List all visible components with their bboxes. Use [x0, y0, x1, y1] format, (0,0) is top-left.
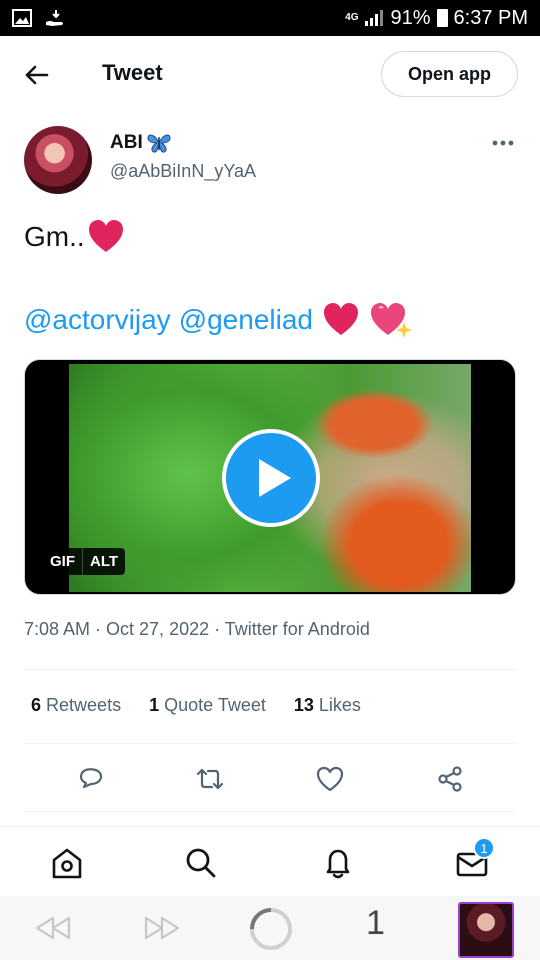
author-name[interactable]: ABI [110, 132, 143, 154]
divider [24, 669, 516, 670]
author-name-row[interactable]: ABI [110, 132, 172, 154]
tweet-text-line2: @actorvijay @geneliad [24, 300, 413, 340]
battery-icon [436, 9, 448, 27]
tweet-actions [0, 752, 540, 808]
media-badges: GIF ALT [43, 548, 126, 575]
share-icon[interactable] [435, 764, 465, 794]
likes-label: Likes [318, 695, 361, 715]
search-icon[interactable] [183, 845, 219, 881]
tweet-text-line1: Gm.. [24, 218, 125, 256]
avatar[interactable] [24, 126, 92, 194]
quotes-stat[interactable]: 1 Quote Tweet [149, 695, 266, 716]
reply-icon[interactable] [76, 764, 106, 794]
quotes-count: 1 [149, 695, 160, 715]
divider [24, 743, 516, 744]
tweet-stats: 6 Retweets 1 Quote Tweet 13 Likes [31, 695, 361, 716]
butterfly-emoji-icon [147, 134, 171, 153]
retweets-label: Retweets [46, 695, 122, 715]
fast-forward-icon[interactable] [142, 910, 182, 946]
red-heart-emoji-icon [88, 220, 123, 252]
back-arrow-icon[interactable] [22, 60, 52, 90]
retweets-count: 6 [31, 695, 42, 715]
alt-badge[interactable]: ALT [82, 548, 125, 575]
more-options-icon[interactable] [488, 136, 518, 150]
tweet-media-gif[interactable]: GIF ALT [24, 359, 516, 595]
rewind-icon[interactable] [33, 910, 73, 946]
sparkling-heart-emoji-icon [371, 303, 412, 338]
mention-actorvijay[interactable]: @actorvijay [24, 304, 171, 336]
page-title: Tweet [102, 60, 163, 85]
tweet-greeting: Gm.. [24, 221, 85, 252]
gallery-icon [12, 9, 32, 27]
gif-badge: GIF [50, 553, 75, 570]
likes-count: 13 [293, 695, 314, 715]
tweet-timestamp[interactable]: 7:08 AM · Oct 27, 2022 · Twitter for And… [24, 619, 370, 640]
tab-count[interactable]: 1 [366, 904, 385, 943]
browser-toolbar: 1 [0, 896, 540, 960]
clock: 6:37 PM [453, 6, 528, 29]
status-right: 4G 91% 6:37 PM [345, 7, 528, 30]
signal-icon [365, 10, 384, 26]
home-icon[interactable] [49, 845, 85, 881]
likes-stat[interactable]: 13 Likes [294, 695, 361, 716]
messages-badge: 1 [473, 837, 495, 859]
mention-geneliad[interactable]: @geneliad [179, 304, 313, 336]
divider [24, 811, 516, 812]
network-type: 4G [345, 12, 359, 23]
profile-thumbnail[interactable] [458, 902, 514, 958]
retweet-icon[interactable] [195, 764, 225, 794]
bottom-navigation [0, 826, 540, 896]
status-bar: 4G 91% 6:37 PM [0, 0, 540, 36]
notifications-bell-icon[interactable] [320, 845, 356, 881]
quotes-label: Quote Tweet [164, 695, 266, 715]
loading-spinner-icon [250, 908, 292, 950]
play-button[interactable] [222, 429, 320, 527]
status-left [12, 8, 66, 28]
red-heart-emoji-icon [324, 303, 358, 335]
download-hand-icon [46, 10, 63, 26]
like-heart-icon[interactable] [315, 764, 345, 794]
open-app-button[interactable]: Open app [381, 51, 518, 97]
retweets-stat[interactable]: 6 Retweets [31, 695, 121, 716]
author-handle[interactable]: @aAbBiInN_yYaA [110, 161, 256, 182]
battery-percent: 91% [390, 6, 431, 29]
app-root: 4G 91% 6:37 PM Tweet Open app ABI @aAbBi… [0, 0, 540, 960]
play-icon [259, 459, 291, 497]
top-header: Tweet Open app [0, 36, 540, 110]
